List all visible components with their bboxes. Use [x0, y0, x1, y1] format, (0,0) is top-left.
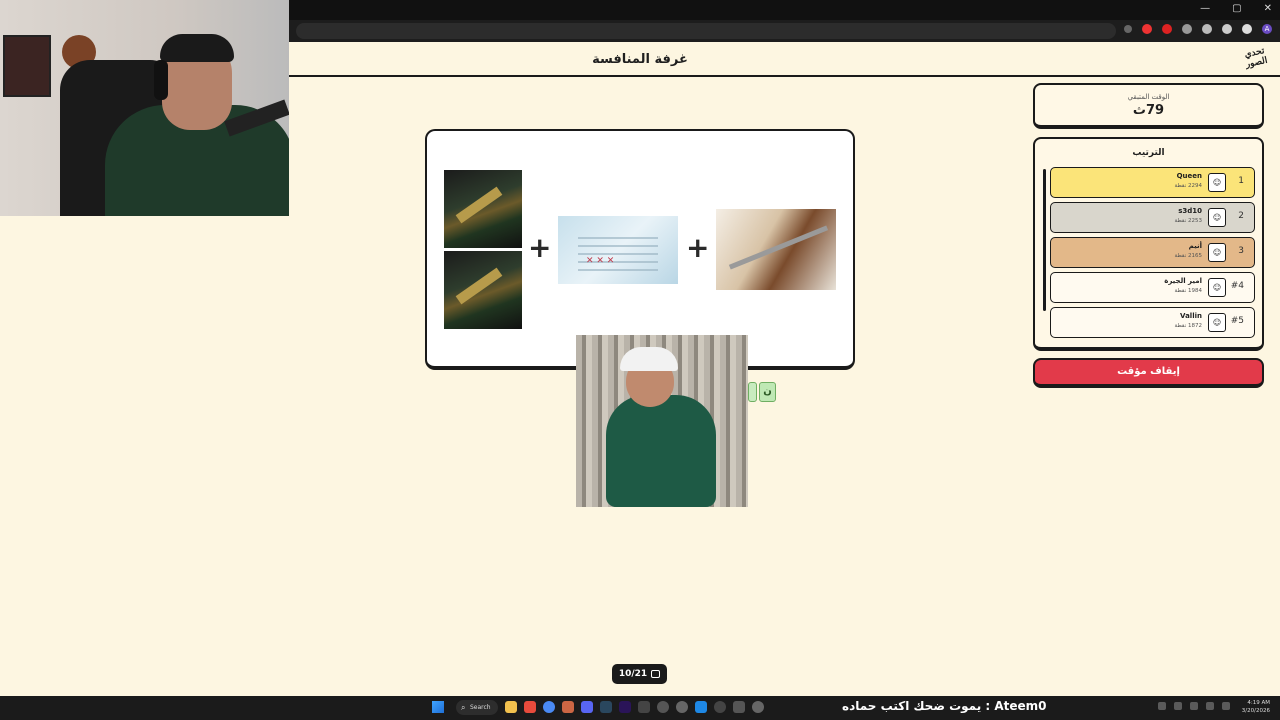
plus-icon: + [528, 231, 552, 264]
ranking-scrollbar[interactable] [1043, 169, 1046, 311]
player-points: 2253 نقطة [1174, 218, 1202, 224]
steam-icon[interactable] [600, 701, 612, 713]
stream-chat-ticker: يموت ضحك اكتب حماده : Ateem0 [842, 699, 1047, 713]
page-title: غرفة المنافسة [592, 52, 688, 67]
extension-icon[interactable] [1162, 24, 1172, 34]
app-icon[interactable] [562, 701, 574, 713]
window-controls: — ▢ ✕ [1200, 3, 1272, 14]
ranking-row: #4 ☺ امير الجيرة 1984 نقطة [1050, 272, 1255, 303]
ranking-row: 2 ☺ s3d10 2253 نقطة [1050, 202, 1255, 233]
stream-alert-gif [576, 335, 748, 507]
image-icon [651, 670, 661, 678]
gif-person-cap [620, 347, 678, 371]
player-points: 1984 نقطة [1174, 288, 1202, 294]
puzzle-image-test-paper [558, 216, 678, 284]
player-avatar-icon: ☺ [1208, 208, 1226, 227]
timer-label: الوقت المتبقي [1127, 93, 1170, 101]
rank-position: 1 [1238, 176, 1244, 186]
gif-person-body [606, 395, 716, 507]
app-icon[interactable] [733, 701, 745, 713]
windows-taskbar: Search يموت ضحك اكتب حماده : Ateem0 4:19… [0, 696, 1280, 720]
clock-time: 4:19 AM [1247, 700, 1270, 706]
ranking-row: 3 ☺ أنيم 2165 نقطة [1050, 237, 1255, 268]
progress-text: 10/21 [618, 669, 648, 679]
player-name: s3d10 [1178, 207, 1202, 215]
puzzle-image-flute [716, 209, 836, 290]
tray-icon[interactable] [1158, 702, 1166, 710]
system-tray [1158, 702, 1230, 710]
close-window-button[interactable]: ✕ [1264, 3, 1272, 14]
chrome-icon[interactable] [543, 701, 555, 713]
question-progress-badge: 10/21 [612, 664, 667, 684]
puzzle-image-celebration-1 [444, 170, 522, 248]
app-icon[interactable] [752, 701, 764, 713]
obs-icon[interactable] [657, 701, 669, 713]
streamer-hair [160, 34, 234, 62]
taskbar-apps [505, 701, 764, 713]
rank-position: #4 [1230, 281, 1244, 291]
player-name: امير الجيرة [1164, 277, 1202, 285]
player-avatar-icon: ☺ [1208, 278, 1226, 297]
ranking-panel: الترتيب 1 ☺ Queen 2294 نقطة 2 ☺ s3d10 22… [1033, 137, 1264, 351]
player-points: 2294 نقطة [1174, 183, 1202, 189]
player-avatar-icon: ☺ [1208, 173, 1226, 192]
player-name: Queen [1176, 172, 1202, 180]
taskbar-clock[interactable]: 4:19 AM 3/20/2026 [1242, 699, 1270, 715]
maximize-button[interactable]: ▢ [1232, 3, 1241, 14]
puzzle-image-celebration-2 [444, 251, 522, 329]
puzzle-icon[interactable] [1242, 24, 1252, 34]
tray-icon[interactable] [1190, 702, 1198, 710]
tray-icon[interactable] [1174, 702, 1182, 710]
ranking-row: #5 ☺ Vallin 1872 نقطة [1050, 307, 1255, 338]
streamer-webcam [0, 0, 289, 216]
player-name: أنيم [1188, 242, 1202, 250]
player-avatar-icon: ☺ [1208, 243, 1226, 262]
app-icon[interactable] [676, 701, 688, 713]
player-name: Vallin [1180, 312, 1202, 320]
profile-avatar[interactable]: A [1262, 24, 1272, 34]
ranking-title: الترتيب [1132, 148, 1165, 158]
plus-icon: + [686, 231, 710, 264]
file-explorer-icon[interactable] [505, 701, 517, 713]
extension-icon[interactable] [1142, 24, 1152, 34]
extension-icon[interactable] [1182, 24, 1192, 34]
player-avatar-icon: ☺ [1208, 313, 1226, 332]
windows-start-icon[interactable] [432, 701, 444, 713]
player-points: 2165 نقطة [1174, 253, 1202, 259]
answer-letter-tile[interactable]: ن [759, 382, 776, 402]
extension-icon[interactable] [1222, 24, 1232, 34]
timer-value: 79ث [1132, 103, 1165, 118]
pause-timer-button[interactable]: إيقاف مؤقت [1033, 358, 1264, 388]
rank-position: 2 [1238, 211, 1244, 221]
site-logo[interactable]: تحدي الصور [1240, 45, 1272, 74]
app-icon[interactable] [714, 701, 726, 713]
taskbar-search[interactable]: Search [456, 700, 498, 715]
wifi-icon[interactable] [1206, 702, 1214, 710]
ranking-row: 1 ☺ Queen 2294 نقطة [1050, 167, 1255, 198]
bookmark-star-icon[interactable] [1124, 25, 1132, 33]
extension-icon[interactable] [1202, 24, 1212, 34]
wall-frame [3, 35, 51, 97]
rank-position: #5 [1230, 316, 1244, 326]
extension-icons: A [1124, 24, 1272, 34]
address-bar[interactable] [296, 23, 1116, 39]
app-icon[interactable] [638, 701, 650, 713]
premiere-icon[interactable] [619, 701, 631, 713]
headset [154, 60, 168, 100]
timer-panel: الوقت المتبقي 79ث [1033, 83, 1264, 129]
player-points: 1872 نقطة [1174, 323, 1202, 329]
discord-icon[interactable] [581, 701, 593, 713]
rank-position: 3 [1238, 246, 1244, 256]
volume-icon[interactable] [1222, 702, 1230, 710]
clock-date: 3/20/2026 [1241, 708, 1270, 714]
puzzle-card: + + [425, 129, 855, 370]
answer-letter-tile[interactable] [748, 382, 757, 402]
browser-icon[interactable] [524, 701, 536, 713]
minimize-button[interactable]: — [1200, 3, 1210, 14]
vscode-icon[interactable] [695, 701, 707, 713]
